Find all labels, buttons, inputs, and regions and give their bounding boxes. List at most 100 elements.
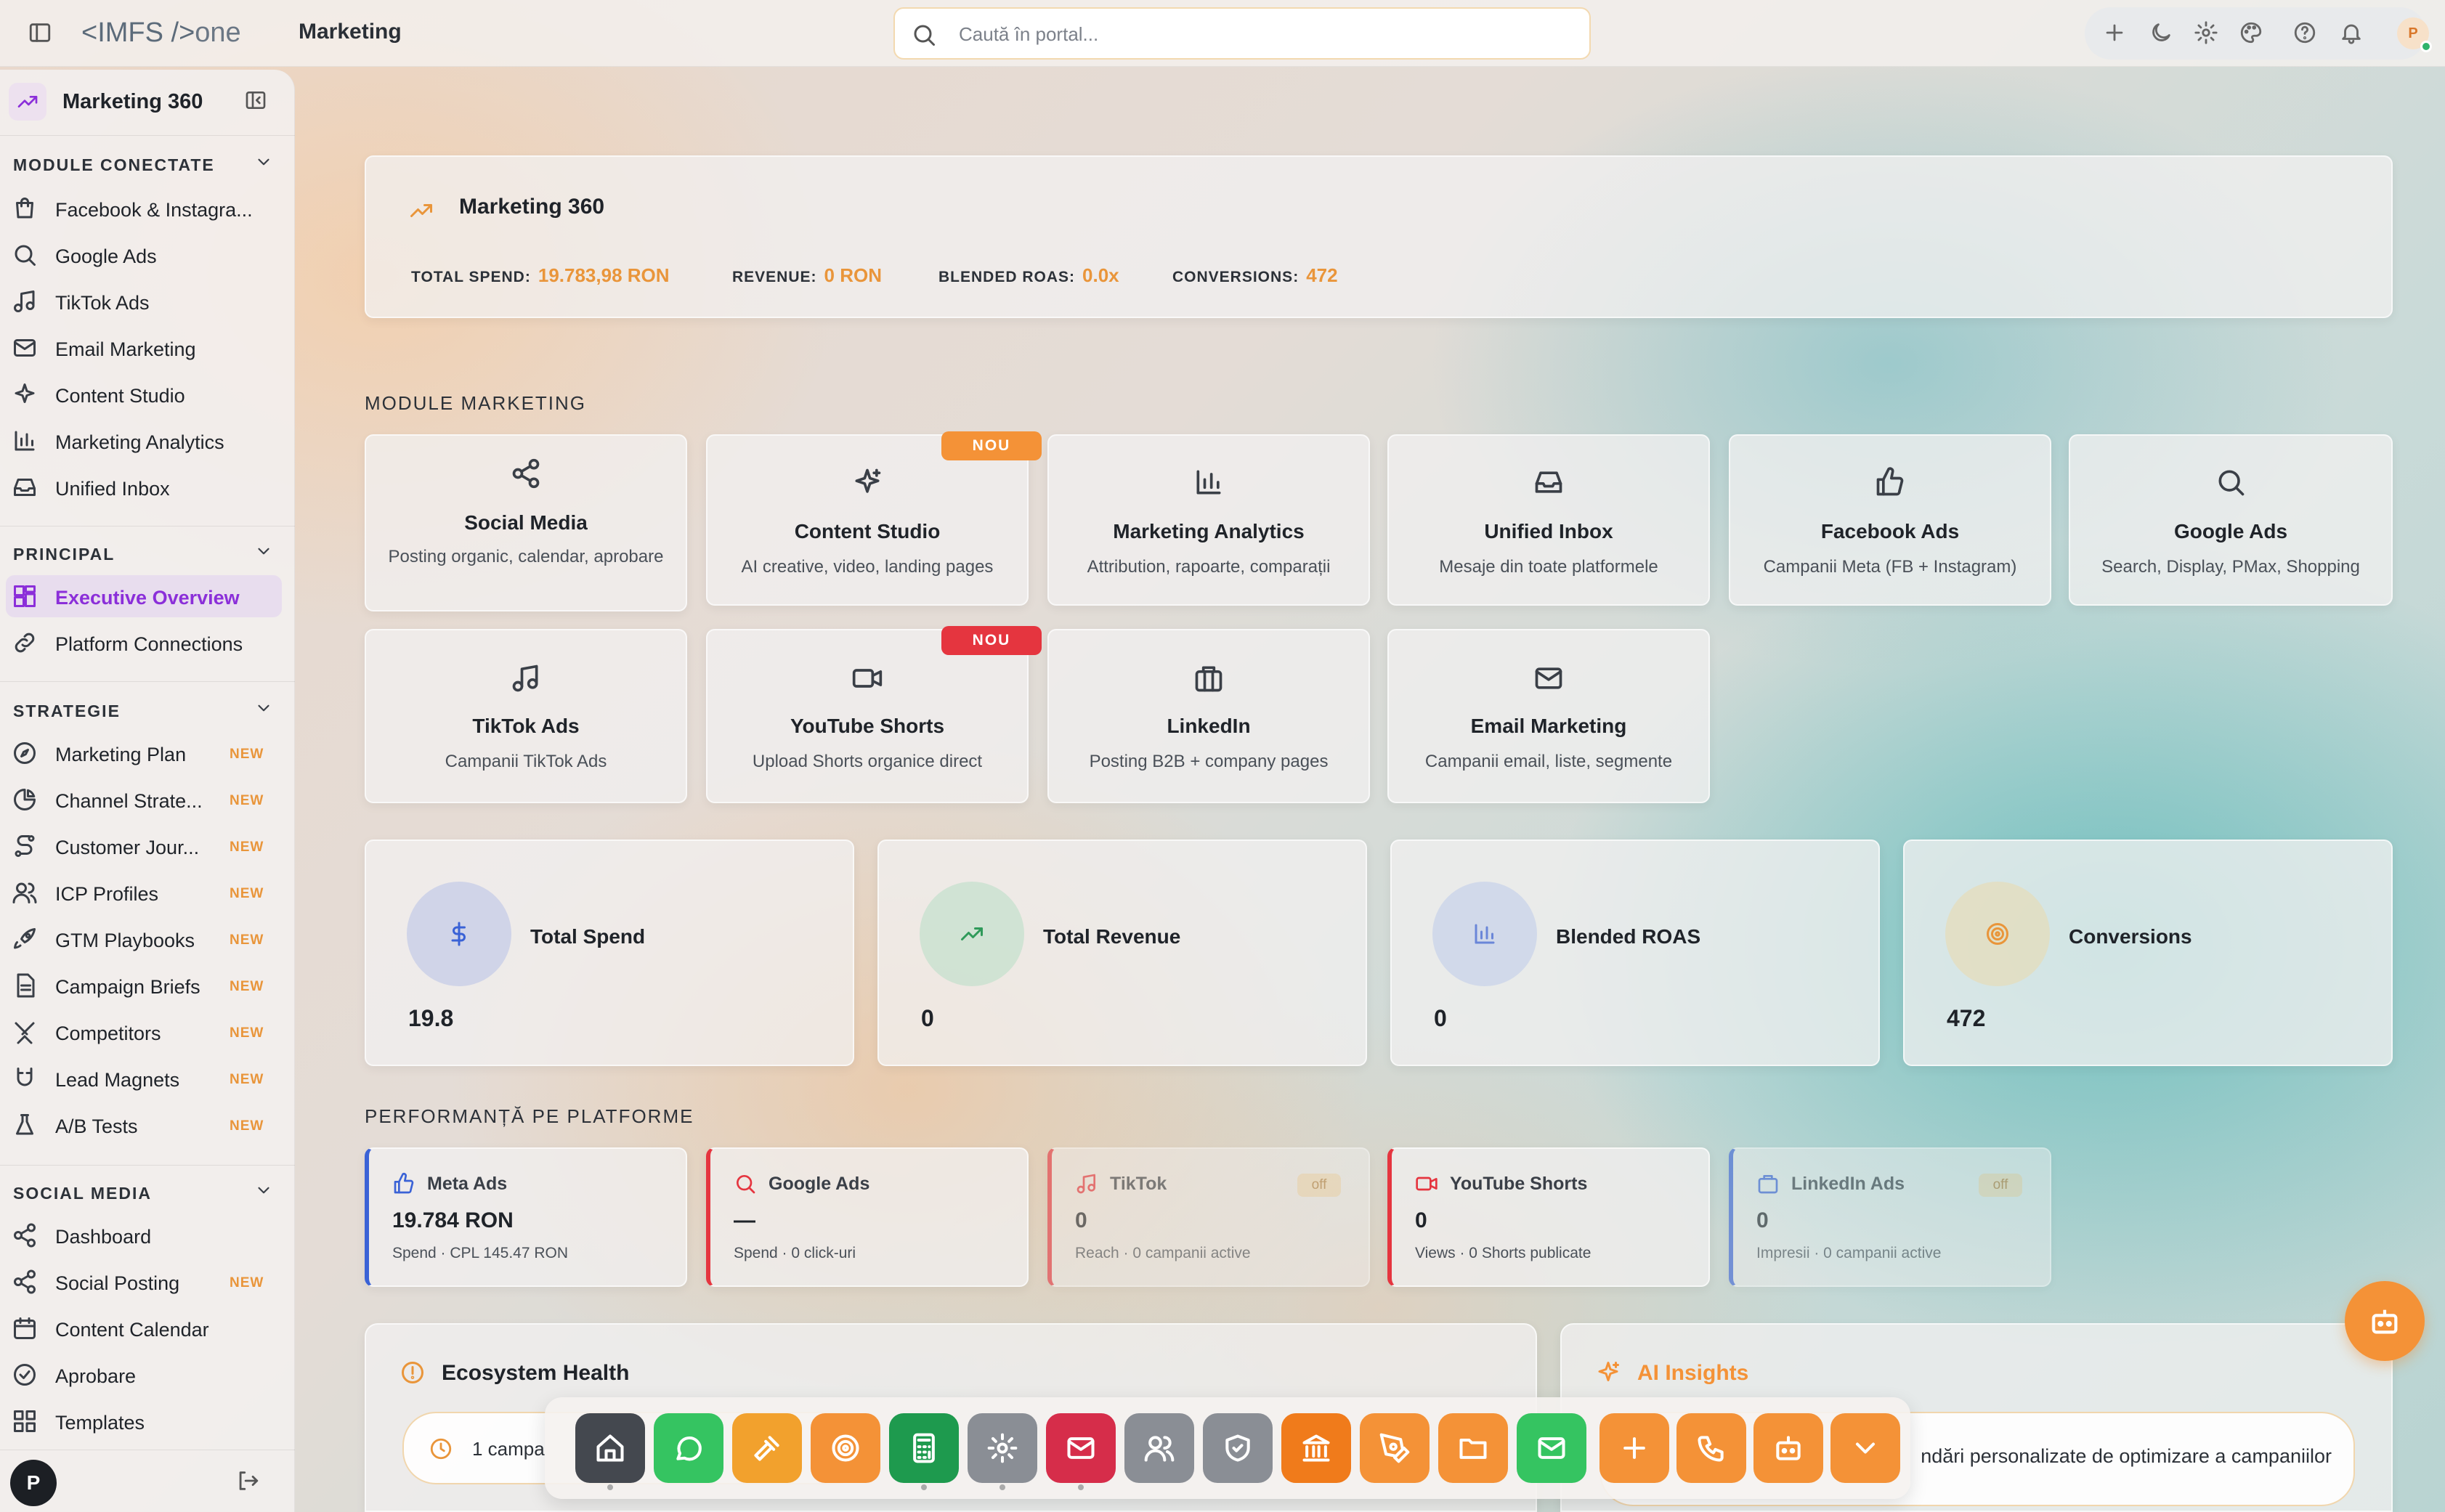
- sidebar-item-gtm-playbooks[interactable]: GTM Playbooks NEW: [6, 918, 282, 960]
- platform-card-meta-ads[interactable]: Meta Ads 19.784 RON Spend · CPL 145.47 R…: [365, 1147, 687, 1287]
- user-avatar-bottom[interactable]: P: [10, 1460, 57, 1506]
- flask-icon: [16, 1114, 33, 1135]
- sidebar-item-dashboard[interactable]: Dashboard: [6, 1214, 282, 1256]
- platform-card-linkedin-ads[interactable]: LinkedIn Ads off 0 Impresii · 0 campanii…: [1729, 1147, 2051, 1287]
- sidebar-item-templates[interactable]: Templates: [6, 1400, 282, 1442]
- sidebar-item-unified-inbox[interactable]: Unified Inbox: [6, 466, 282, 508]
- dock-plus-icon[interactable]: [1599, 1413, 1669, 1483]
- bar-chart-icon: [1196, 470, 1221, 495]
- logo-one: one: [195, 17, 241, 48]
- logout-icon[interactable]: [235, 1468, 260, 1493]
- module-content-studio[interactable]: NOU Content Studio AI creative, video, l…: [706, 431, 1042, 606]
- sidebar-item-marketing-plan[interactable]: Marketing Plan NEW: [6, 732, 282, 774]
- sidebar-item-platform-connections[interactable]: Platform Connections: [6, 622, 282, 664]
- section-title-strategie: STRATEGIE: [13, 702, 121, 720]
- dock-settings-icon[interactable]: [968, 1413, 1037, 1490]
- search-icon: [15, 245, 36, 266]
- sidebar-item-tiktok-ads[interactable]: TikTok Ads: [6, 280, 282, 322]
- module-google-ads[interactable]: Google Ads Search, Display, PMax, Shoppi…: [2069, 434, 2393, 606]
- sidebar-item-icp-profiles[interactable]: ICP Profiles NEW: [6, 871, 282, 914]
- platform-name: TikTok: [1110, 1174, 1167, 1194]
- platform-card-youtube-shorts[interactable]: YouTube Shorts 0 Views · 0 Shorts public…: [1387, 1147, 1710, 1287]
- dock-phone-icon[interactable]: [1676, 1413, 1746, 1483]
- bell-icon[interactable]: [2339, 20, 2364, 45]
- new-badge: NEW: [230, 1025, 264, 1041]
- sidebar-item-channel-strategy[interactable]: Channel Strate... NEW: [6, 779, 282, 821]
- sidebar-item-ab-tests[interactable]: A/B Tests NEW: [6, 1104, 282, 1146]
- sidebar-item-email-marketing[interactable]: Email Marketing: [6, 327, 282, 369]
- assistant-robot-icon[interactable]: [2345, 1281, 2425, 1361]
- module-linkedin[interactable]: LinkedIn Posting B2B + company pages: [1047, 629, 1370, 803]
- divider: [0, 681, 295, 682]
- module-tiktok-ads[interactable]: TikTok Ads Campanii TikTok Ads: [365, 629, 687, 803]
- platform-card-tiktok[interactable]: TikTok off 0 Reach · 0 campanii active: [1047, 1147, 1370, 1287]
- logo[interactable]: <IMFS />one: [81, 17, 241, 49]
- chevron-down-icon[interactable]: [254, 153, 273, 171]
- sidebar-item-customer-journey[interactable]: Customer Jour... NEW: [6, 825, 282, 867]
- stat-value: 472: [1947, 1005, 1986, 1031]
- add-icon[interactable]: [2102, 20, 2127, 45]
- sparkles-icon: [855, 468, 881, 493]
- sidebar-item-executive-overview[interactable]: Executive Overview: [6, 575, 282, 617]
- sidebar-item-google-ads[interactable]: Google Ads: [6, 234, 282, 276]
- module-description: Campanii Meta (FB + Instagram): [1763, 557, 2017, 577]
- module-youtube-shorts[interactable]: NOU YouTube Shorts Upload Shorts organic…: [706, 626, 1042, 803]
- divider: [0, 135, 295, 136]
- help-icon[interactable]: [2292, 20, 2317, 45]
- platform-value: 0: [1075, 1208, 1087, 1232]
- gear-icon[interactable]: [2194, 20, 2218, 45]
- sidebar-item-campaign-briefs[interactable]: Campaign Briefs NEW: [6, 964, 282, 1007]
- module-title: TikTok Ads: [472, 715, 580, 737]
- dock-pen-icon[interactable]: [1360, 1413, 1430, 1483]
- moon-icon[interactable]: [2149, 20, 2173, 45]
- sidebar-toggle-icon[interactable]: [28, 20, 52, 45]
- sidebar-item-content-calendar[interactable]: Content Calendar: [6, 1307, 282, 1349]
- chevron-down-icon[interactable]: [254, 699, 273, 718]
- platform-card-google-ads[interactable]: Google Ads — Spend · 0 click-uri: [706, 1147, 1029, 1287]
- dock-bank-icon[interactable]: [1281, 1413, 1351, 1483]
- module-marketing-analytics[interactable]: Marketing Analytics Attribution, rapoart…: [1047, 434, 1370, 606]
- module-unified-inbox[interactable]: Unified Inbox Mesaje din toate platforme…: [1387, 434, 1710, 606]
- dock-shield-icon[interactable]: [1203, 1413, 1273, 1483]
- module-description: Posting organic, calendar, aprobare: [388, 547, 664, 566]
- platform-name: Google Ads: [769, 1174, 870, 1194]
- stat-title: Total Revenue: [1043, 925, 1181, 948]
- dock-home-icon[interactable]: [575, 1413, 645, 1490]
- sidebar-item-competitors[interactable]: Competitors NEW: [6, 1011, 282, 1053]
- dock-users-icon[interactable]: [1124, 1413, 1194, 1483]
- dock-gavel-icon[interactable]: [732, 1413, 802, 1483]
- chevron-down-icon[interactable]: [254, 542, 273, 561]
- dock-email-icon[interactable]: [1517, 1413, 1586, 1483]
- sidebar-item-label: Executive Overview: [55, 587, 240, 609]
- grid-icon: [14, 1410, 36, 1432]
- kpi-value: 0.0x: [1082, 264, 1119, 286]
- dock-folder-icon[interactable]: [1438, 1413, 1508, 1483]
- collapse-sidebar-icon[interactable]: [244, 89, 267, 112]
- dock-robot-icon[interactable]: [1753, 1413, 1823, 1483]
- platform-subtext: Spend · 0 click-uri: [734, 1245, 856, 1261]
- chevron-down-icon[interactable]: [254, 1181, 273, 1200]
- user-avatar[interactable]: P: [2397, 17, 2432, 52]
- module-social-media[interactable]: Social Media Posting organic, calendar, …: [365, 434, 687, 611]
- module-facebook-ads[interactable]: Facebook Ads Campanii Meta (FB + Instagr…: [1729, 434, 2051, 606]
- module-email-marketing[interactable]: Email Marketing Campanii email, liste, s…: [1387, 629, 1710, 803]
- sidebar-item-aprobare[interactable]: Aprobare: [6, 1354, 282, 1396]
- module-title: Content Studio: [794, 520, 941, 542]
- platform-value: 0: [1415, 1208, 1427, 1232]
- dock-calculator-icon[interactable]: [889, 1413, 959, 1490]
- dock-mail-icon[interactable]: [1046, 1413, 1116, 1490]
- palette-icon[interactable]: [2239, 20, 2263, 45]
- target-icon: [1987, 923, 2008, 945]
- sidebar-item-lead-magnets[interactable]: Lead Magnets NEW: [6, 1057, 282, 1100]
- search-input[interactable]: Caută în portal...: [893, 7, 1591, 60]
- new-badge: NEW: [230, 886, 264, 901]
- dock-target-icon[interactable]: [811, 1413, 880, 1483]
- sidebar-item-social-posting[interactable]: Social Posting NEW: [6, 1261, 282, 1303]
- sidebar-item-content-studio[interactable]: Content Studio: [6, 373, 282, 415]
- platform-value: 19.784 RON: [392, 1208, 514, 1232]
- sidebar-item-label: ICP Profiles: [55, 883, 159, 905]
- sidebar-item-facebook-instagram[interactable]: Facebook & Instagra...: [6, 187, 282, 229]
- dock-chevron-down-icon[interactable]: [1830, 1413, 1900, 1483]
- sidebar-item-marketing-analytics[interactable]: Marketing Analytics: [6, 420, 282, 462]
- dock-whatsapp-icon[interactable]: [654, 1413, 723, 1483]
